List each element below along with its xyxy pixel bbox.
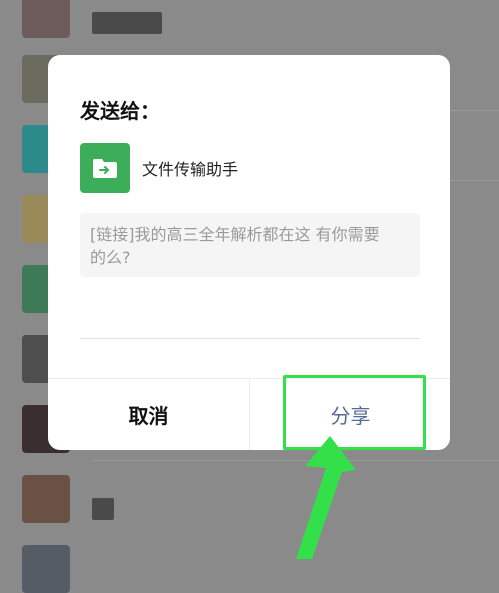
arrow-pointer-icon: [296, 436, 356, 559]
